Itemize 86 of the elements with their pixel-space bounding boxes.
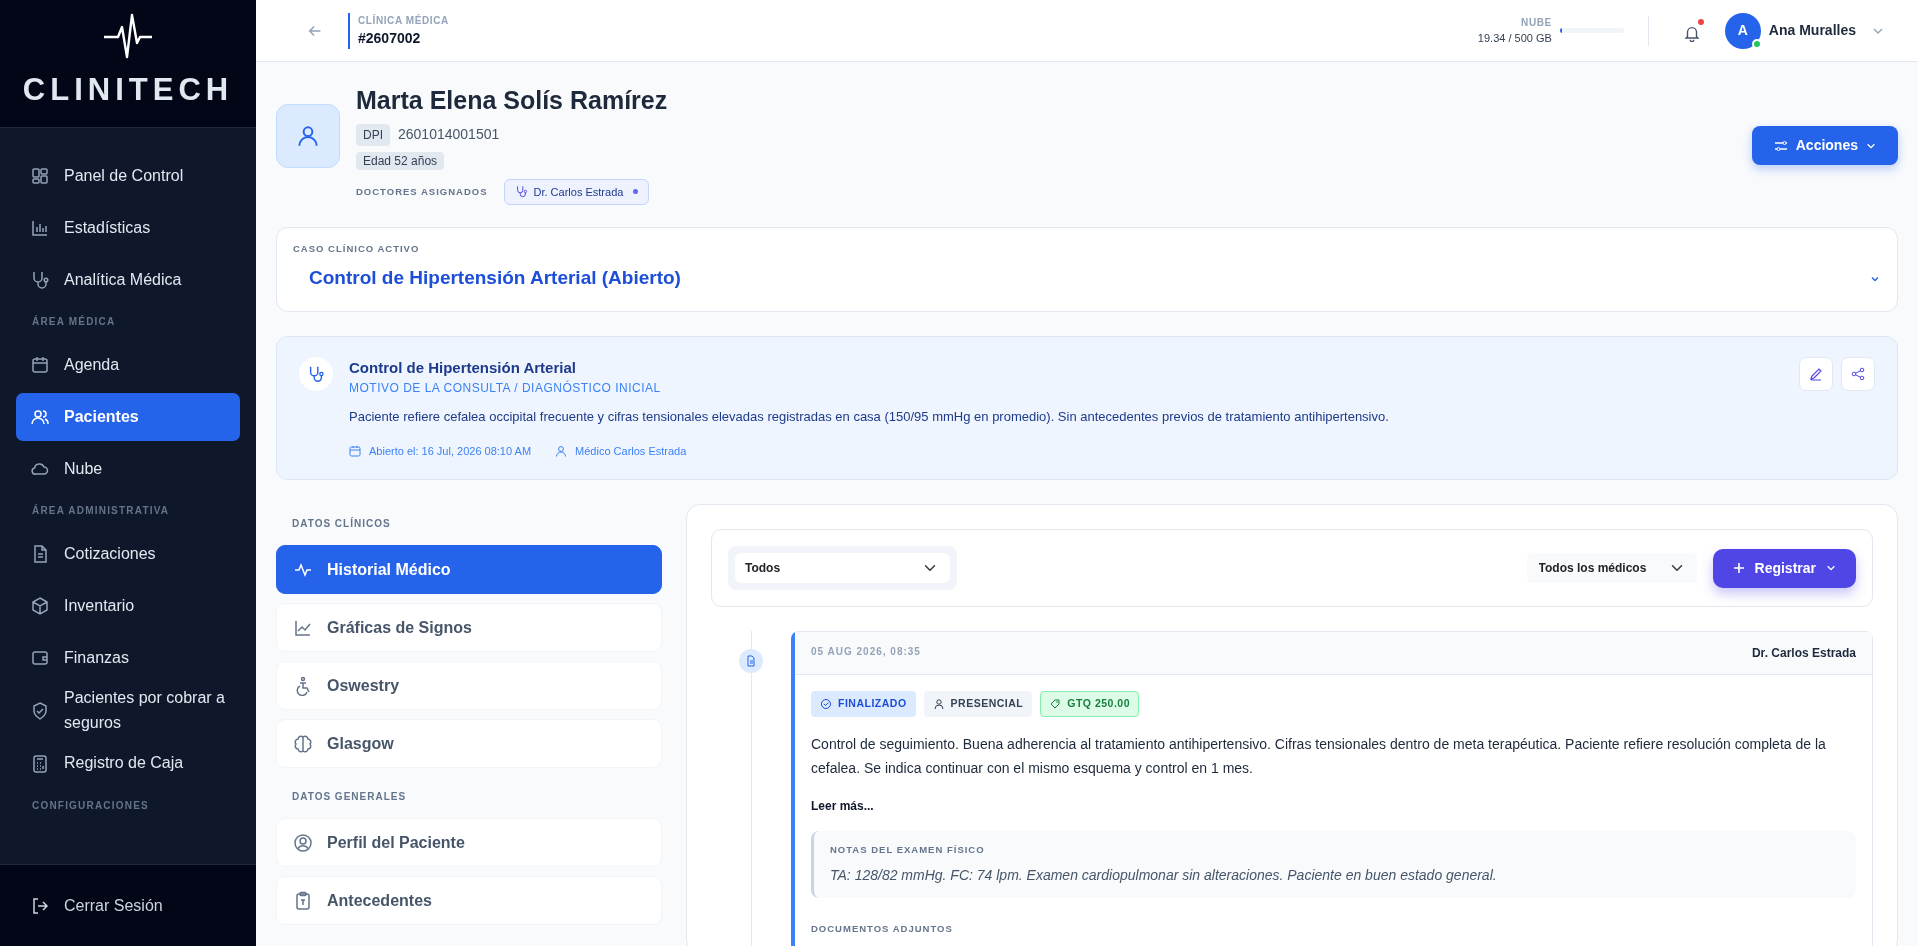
doctor-tag[interactable]: Dr. Carlos Estrada — [503, 178, 650, 205]
section-label: DATOS GENERALES — [291, 790, 408, 805]
logout-link[interactable]: Cerrar Sesión — [0, 864, 256, 946]
doctor-filter-select[interactable]: Todos los médicos — [1526, 553, 1697, 584]
active-case-select[interactable]: CASO CLÍNICO ACTIVO Control de Hipertensión Arterial (Abierto) — [276, 227, 1898, 312]
tag-icon — [1049, 698, 1062, 711]
opened-date: Abierto el: 16 Jul, 2026 08:10 AM — [369, 443, 532, 459]
id-number: 2601014001501 — [398, 125, 500, 144]
share-button[interactable] — [1841, 356, 1875, 391]
notification-bell-icon[interactable] — [1682, 21, 1701, 40]
patient-age: Edad 52 años — [356, 151, 445, 170]
logout-icon — [30, 895, 50, 916]
patient-name: Marta Elena Solís Ramírez — [356, 85, 668, 116]
type-filter-select[interactable]: Todos — [735, 553, 950, 584]
stethoscope-icon — [30, 270, 50, 290]
consultation-doctor: Médico Carlos Estrada — [575, 443, 687, 459]
user-icon — [555, 445, 568, 457]
sidebar-item[interactable]: Nube — [16, 445, 240, 493]
edit-button[interactable] — [1799, 356, 1833, 391]
section-label: CONFIGURACIONES — [31, 798, 150, 813]
share-icon — [1851, 366, 1865, 381]
sidebar-item[interactable]: Pacientes — [16, 393, 240, 441]
user-name[interactable]: Ana Muralles — [1768, 20, 1856, 41]
consultation-reason: Paciente refiere cefalea occipital frecuente y cifras tensionales elevadas registradas en casa (150/95 mmHg en promedio). Sin antecedentes previos de tratamiento antihipertensivo. — [349, 408, 1390, 427]
user-icon — [932, 698, 945, 711]
stethoscope-icon — [514, 185, 528, 199]
consultation-subtitle: MOTIVO DE LA CONSULTA / DIAGNÓSTICO INICIAL — [349, 379, 662, 398]
side-nav-tab[interactable]: Glasgow — [276, 719, 662, 769]
side-nav-tab[interactable]: Antecedentes — [276, 876, 662, 926]
entry-text: Control de seguimiento. Buena adherencia al tratamiento antihipertensivo. Cifras tensionales dentro de meta terapéutica. Paciente refiere resolución completa de la cefalea. Se indica continuar con el mismo esquema y control en 1 mes. — [811, 735, 1827, 778]
pencil-icon — [1809, 366, 1823, 381]
storage-reading: 19.34 / 500 GB — [1477, 30, 1552, 46]
check-circle-icon — [820, 698, 832, 711]
cube-icon — [30, 596, 50, 616]
side-nav-tab[interactable]: Historial Médico — [276, 545, 662, 595]
register-button[interactable]: Registrar — [1712, 548, 1856, 588]
accessibility-icon — [293, 675, 313, 696]
calendar-icon — [349, 445, 361, 457]
side-nav-tab[interactable]: Gráficas de Signos — [276, 603, 662, 653]
entry-date: 05 AUG 2026, 08:35 — [811, 645, 921, 660]
calendar-icon — [30, 355, 50, 375]
sidebar-item[interactable]: Inventario — [16, 582, 240, 630]
sidebar-item[interactable]: Panel de Control — [16, 152, 240, 200]
calculator-icon — [30, 753, 50, 774]
consultation-title: Control de Hipertensión Arterial — [349, 357, 577, 378]
notes-text: TA: 128/82 mmHg. FC: 74 lpm. Examen cardiopulmonar sin alteraciones. Paciente en buen estado general. — [830, 865, 1498, 885]
plus-icon — [1732, 562, 1745, 575]
clipboard-icon — [293, 890, 313, 911]
patient-avatar-icon — [276, 104, 340, 168]
section-label: ÁREA ADMINISTRATIVA — [31, 503, 171, 518]
sidebar-item[interactable]: Estadísticas — [16, 204, 240, 252]
brand-logo: CLINITECH — [22, 71, 234, 110]
sidebar-item[interactable]: Finanzas — [16, 634, 240, 682]
storage-label: NUBE — [1520, 15, 1552, 30]
sidebar-item[interactable]: Analítica Médica — [16, 256, 240, 304]
side-nav-tab[interactable]: Oswestry — [276, 661, 662, 711]
read-more-link[interactable]: Leer más... — [811, 796, 874, 815]
user-circle-icon — [293, 832, 313, 853]
dashboard-grid-icon — [30, 166, 50, 186]
users-icon — [30, 407, 50, 427]
attachments-title: DOCUMENTOS ADJUNTOS — [811, 921, 954, 936]
actions-button[interactable]: Acciones — [1751, 126, 1898, 165]
side-nav-tab[interactable]: Perfil del Paciente — [276, 818, 662, 868]
bar-chart-icon — [30, 218, 50, 238]
clinic-id: #2607002 — [358, 28, 422, 48]
mode-tag: PRESENCIAL — [923, 691, 1033, 717]
clinic-label: CLÍNICA MÉDICA — [358, 13, 449, 28]
section-label: DATOS CLÍNICOS — [291, 516, 392, 532]
user-avatar[interactable]: A — [1724, 12, 1761, 49]
status-tag: FINALIZADO — [811, 691, 916, 717]
notes-title: NOTAS DEL EXAMEN FÍSICO — [830, 842, 986, 857]
entry-doctor: Dr. Carlos Estrada — [1751, 645, 1856, 663]
sidebar-item[interactable]: Agenda — [16, 341, 240, 389]
section-label: ÁREA MÉDICA — [31, 314, 117, 329]
sidebar-item[interactable]: Pacientes por cobrar a seguros — [16, 686, 240, 736]
id-label: DPI — [356, 123, 390, 146]
document-icon — [739, 649, 763, 674]
wallet-icon — [30, 648, 50, 668]
assigned-doctors-label: DOCTORES ASIGNADOS — [356, 184, 488, 199]
stethoscope-icon — [299, 356, 333, 391]
sidebar-item[interactable]: Registro de Caja — [16, 739, 240, 788]
shield-check-icon — [30, 700, 50, 721]
brain-icon — [293, 733, 313, 754]
amount-tag: GTQ 250.00 — [1040, 691, 1140, 717]
sliders-icon — [1773, 138, 1788, 153]
sidebar-item[interactable]: Cotizaciones — [16, 530, 240, 578]
